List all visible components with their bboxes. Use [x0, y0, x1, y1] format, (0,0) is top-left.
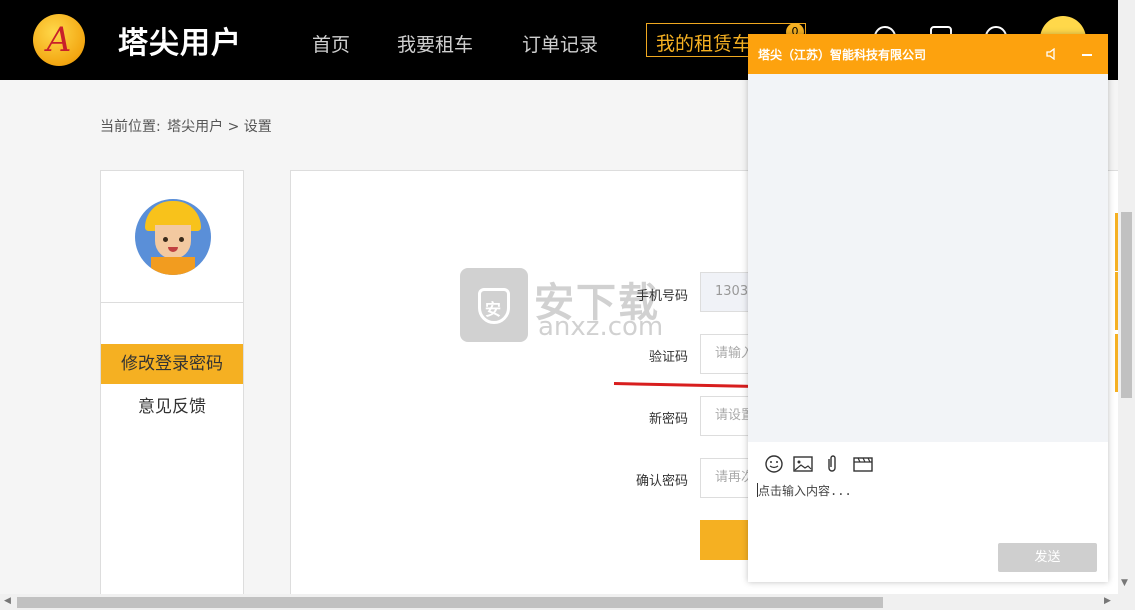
- scroll-right-icon[interactable]: ▶: [1104, 596, 1111, 606]
- sidebar: 修改登录密码 意见反馈: [100, 170, 244, 600]
- scroll-left-icon[interactable]: ◀: [4, 596, 11, 606]
- logo-letter: A: [46, 20, 72, 60]
- shirt-shape: [151, 257, 195, 275]
- vertical-scroll-thumb[interactable]: [1121, 212, 1132, 398]
- eye-left: [163, 237, 168, 242]
- chat-window: 塔尖（江苏）智能科技有限公司 点击输入内容... 发送: [748, 34, 1108, 582]
- watermark-subtitle: anxz.com: [538, 312, 664, 342]
- confirm-password-label: 确认密码: [635, 474, 688, 489]
- nav-my-lease-label: 我的租赁车: [656, 33, 752, 55]
- sidebar-item-feedback[interactable]: 意见反馈: [101, 387, 243, 427]
- sidebar-item-change-password[interactable]: 修改登录密码: [101, 344, 243, 384]
- profile-avatar: [135, 199, 211, 275]
- emoji-icon[interactable]: [763, 454, 785, 474]
- attachment-icon[interactable]: [821, 454, 843, 474]
- send-button[interactable]: 发送: [998, 543, 1097, 572]
- chat-messages: [748, 74, 1108, 442]
- horizontal-scroll-thumb[interactable]: [17, 597, 883, 608]
- chat-input[interactable]: 点击输入内容...: [758, 482, 852, 499]
- logo[interactable]: A: [33, 14, 85, 66]
- breadcrumb: 当前位置: 塔尖用户 > 设置: [100, 116, 274, 136]
- scroll-down-icon[interactable]: ▼: [1121, 578, 1128, 588]
- nav-orders[interactable]: 订单记录: [522, 30, 598, 57]
- speaker-icon[interactable]: [1046, 48, 1058, 60]
- code-label: 验证码: [648, 350, 688, 365]
- chat-header: 塔尖（江苏）智能科技有限公司: [748, 34, 1108, 74]
- new-password-label: 新密码: [648, 412, 688, 427]
- nav-rent-car[interactable]: 我要租车: [397, 30, 473, 57]
- eye-right: [179, 237, 184, 242]
- video-icon[interactable]: [852, 454, 874, 474]
- image-icon[interactable]: [792, 454, 814, 474]
- phone-label: 手机号码: [635, 289, 688, 304]
- face-shape: [155, 225, 191, 259]
- nav-home[interactable]: 首页: [312, 30, 350, 57]
- brand-title: 塔尖用户: [118, 26, 242, 61]
- sidebar-divider: [101, 302, 243, 303]
- watermark-shield-text: 安: [485, 300, 502, 319]
- chat-title: 塔尖（江苏）智能科技有限公司: [758, 48, 927, 62]
- breadcrumb-path[interactable]: 塔尖用户 > 设置: [167, 119, 272, 135]
- minimize-icon[interactable]: [1082, 54, 1092, 56]
- breadcrumb-label: 当前位置:: [100, 119, 161, 135]
